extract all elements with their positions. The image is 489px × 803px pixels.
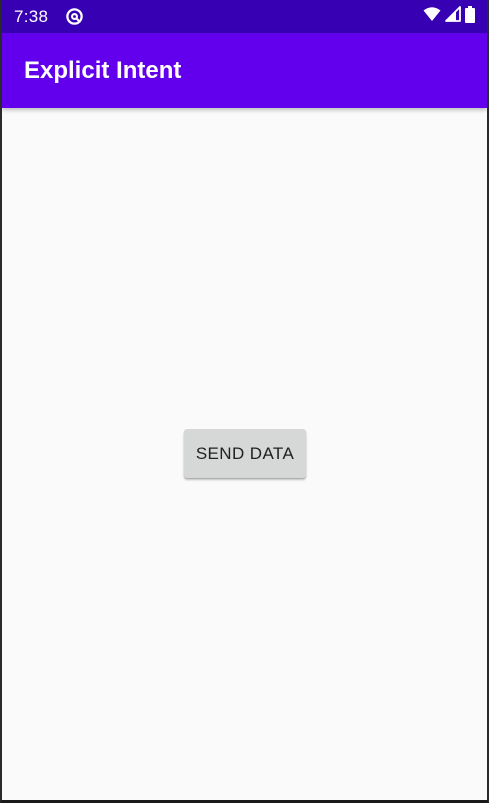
status-icons: [423, 5, 475, 28]
send-data-button[interactable]: SEND DATA: [184, 429, 306, 478]
battery-icon: [465, 5, 475, 28]
app-bar: Explicit Intent: [2, 33, 487, 108]
cell-signal-icon: [445, 6, 461, 27]
main-content: SEND DATA: [2, 108, 487, 800]
app-title: Explicit Intent: [24, 56, 182, 84]
wifi-icon: [423, 6, 441, 27]
device-screen: 7:38 Explicit Intent SEND DATA: [0, 0, 489, 803]
status-time: 7:38: [14, 6, 49, 26]
status-bar: 7:38: [2, 0, 487, 33]
at-sign-icon: [64, 7, 84, 27]
